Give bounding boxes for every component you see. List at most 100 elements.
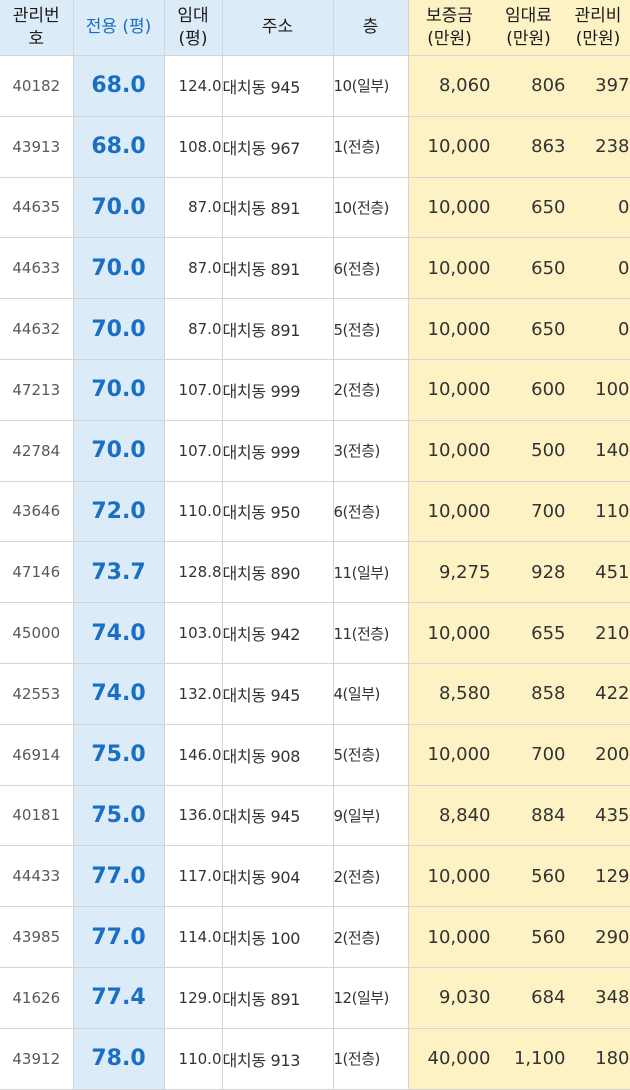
cell-deposit: 10,000 <box>408 845 492 908</box>
cell-area: 74.0 <box>73 602 165 664</box>
cell-area: 73.7 <box>73 541 165 604</box>
cell-area: 77.4 <box>73 967 165 1029</box>
cell-floor: 6(전층) <box>333 237 409 300</box>
table-row[interactable]: 44632 70.0 87.0 대치동 891 5(전층) 10,000 650 0 <box>0 298 630 360</box>
cell-address: 대치동 891 <box>222 967 334 1029</box>
col-header-floor[interactable]: 층 <box>333 0 409 56</box>
cell-rent: 650 <box>491 177 567 239</box>
cell-rent: 655 <box>491 602 567 664</box>
listing-table: 관리번 호 전용 (평) 임대 (평) 주소 층 보증금 (만원) 임대료 (만… <box>0 0 630 1090</box>
cell-mgmt: 110 <box>566 481 630 543</box>
cell-area: 70.0 <box>73 177 165 239</box>
cell-mgmt: 140 <box>566 420 630 482</box>
cell-address: 대치동 913 <box>222 1028 334 1090</box>
cell-deposit: 10,000 <box>408 724 492 786</box>
cell-mgmt: 200 <box>566 724 630 786</box>
col-header-mgmt[interactable]: 관리비 (만원) <box>566 0 630 56</box>
cell-rent-area: 107.0 <box>164 420 223 482</box>
cell-address: 대치동 945 <box>222 55 334 117</box>
cell-address: 대치동 950 <box>222 481 334 543</box>
table-row[interactable]: 45000 74.0 103.0 대치동 942 11(전층) 10,000 655 210 <box>0 602 630 664</box>
table-row[interactable]: 46914 75.0 146.0 대치동 908 5(전층) 10,000 700 200 <box>0 724 630 786</box>
cell-area: 77.0 <box>73 845 165 908</box>
cell-rent: 600 <box>491 359 567 421</box>
cell-mgmt: 290 <box>566 906 630 968</box>
cell-deposit: 40,000 <box>408 1028 492 1090</box>
col-header-rent[interactable]: 임대료 (만원) <box>491 0 567 56</box>
cell-area: 68.0 <box>73 116 165 178</box>
table-row[interactable]: 41626 77.4 129.0 대치동 891 12(일부) 9,030 684 348 <box>0 967 630 1029</box>
cell-rent: 684 <box>491 967 567 1029</box>
cell-id: 47146 <box>0 541 74 604</box>
cell-address: 대치동 891 <box>222 237 334 300</box>
cell-mgmt: 100 <box>566 359 630 421</box>
table-row[interactable]: 43913 68.0 108.0 대치동 967 1(전층) 10,000 863 238 <box>0 116 630 178</box>
cell-address: 대치동 999 <box>222 420 334 482</box>
cell-deposit: 10,000 <box>408 177 492 239</box>
cell-id: 42784 <box>0 420 74 482</box>
table-row[interactable]: 47146 73.7 128.8 대치동 890 11(일부) 9,275 928 451 <box>0 541 630 604</box>
col-header-deposit[interactable]: 보증금 (만원) <box>408 0 492 56</box>
cell-floor: 3(전층) <box>333 420 409 482</box>
cell-rent: 806 <box>491 55 567 117</box>
cell-rent-area: 129.0 <box>164 967 223 1029</box>
cell-address: 대치동 891 <box>222 298 334 360</box>
cell-id: 42553 <box>0 663 74 725</box>
cell-address: 대치동 945 <box>222 663 334 725</box>
table-row[interactable]: 40182 68.0 124.0 대치동 945 10(일부) 8,060 806 397 <box>0 55 630 117</box>
cell-rent: 863 <box>491 116 567 178</box>
cell-rent-area: 132.0 <box>164 663 223 725</box>
cell-id: 44433 <box>0 845 74 908</box>
cell-area: 74.0 <box>73 663 165 725</box>
cell-area: 77.0 <box>73 906 165 968</box>
col-header-area[interactable]: 전용 (평) <box>73 0 165 56</box>
cell-address: 대치동 100 <box>222 906 334 968</box>
header-row: 관리번 호 전용 (평) 임대 (평) 주소 층 보증금 (만원) 임대료 (만… <box>0 0 630 56</box>
table-row[interactable]: 43646 72.0 110.0 대치동 950 6(전층) 10,000 700 110 <box>0 481 630 543</box>
cell-floor: 1(전층) <box>333 1028 409 1090</box>
table-row[interactable]: 43912 78.0 110.0 대치동 913 1(전층) 40,000 1,100 180 <box>0 1028 630 1090</box>
cell-mgmt: 180 <box>566 1028 630 1090</box>
cell-floor: 11(일부) <box>333 541 409 604</box>
cell-rent-area: 103.0 <box>164 602 223 664</box>
cell-rent-area: 110.0 <box>164 481 223 543</box>
cell-deposit: 10,000 <box>408 602 492 664</box>
cell-deposit: 10,000 <box>408 359 492 421</box>
table-row[interactable]: 43985 77.0 114.0 대치동 100 2(전층) 10,000 560 290 <box>0 906 630 968</box>
cell-floor: 5(전층) <box>333 724 409 786</box>
cell-mgmt: 397 <box>566 55 630 117</box>
cell-deposit: 8,060 <box>408 55 492 117</box>
cell-floor: 2(전층) <box>333 845 409 908</box>
cell-floor: 6(전층) <box>333 481 409 543</box>
cell-floor: 9(일부) <box>333 785 409 847</box>
cell-mgmt: 129 <box>566 845 630 908</box>
table-row[interactable]: 44433 77.0 117.0 대치동 904 2(전층) 10,000 560 129 <box>0 845 630 908</box>
cell-rent: 650 <box>491 298 567 360</box>
cell-deposit: 10,000 <box>408 298 492 360</box>
col-header-rent-area[interactable]: 임대 (평) <box>164 0 223 56</box>
cell-deposit: 9,275 <box>408 541 492 604</box>
table-row[interactable]: 47213 70.0 107.0 대치동 999 2(전층) 10,000 600 100 <box>0 359 630 421</box>
table-row[interactable]: 44633 70.0 87.0 대치동 891 6(전층) 10,000 650 0 <box>0 237 630 300</box>
table-row[interactable]: 42784 70.0 107.0 대치동 999 3(전층) 10,000 500 140 <box>0 420 630 482</box>
cell-rent: 500 <box>491 420 567 482</box>
cell-id: 44635 <box>0 177 74 239</box>
cell-id: 47213 <box>0 359 74 421</box>
cell-area: 72.0 <box>73 481 165 543</box>
table-row[interactable]: 42553 74.0 132.0 대치동 945 4(일부) 8,580 858 422 <box>0 663 630 725</box>
cell-rent: 560 <box>491 845 567 908</box>
table-row[interactable]: 40181 75.0 136.0 대치동 945 9(일부) 8,840 884 435 <box>0 785 630 847</box>
cell-area: 75.0 <box>73 785 165 847</box>
col-header-address[interactable]: 주소 <box>222 0 334 56</box>
cell-mgmt: 422 <box>566 663 630 725</box>
cell-id: 43912 <box>0 1028 74 1090</box>
cell-mgmt: 238 <box>566 116 630 178</box>
cell-rent: 858 <box>491 663 567 725</box>
table-row[interactable]: 44635 70.0 87.0 대치동 891 10(전층) 10,000 650 0 <box>0 177 630 239</box>
cell-rent: 1,100 <box>491 1028 567 1090</box>
col-header-id[interactable]: 관리번 호 <box>0 0 74 56</box>
cell-address: 대치동 904 <box>222 845 334 908</box>
cell-mgmt: 451 <box>566 541 630 604</box>
cell-area: 70.0 <box>73 237 165 300</box>
cell-id: 44633 <box>0 237 74 300</box>
